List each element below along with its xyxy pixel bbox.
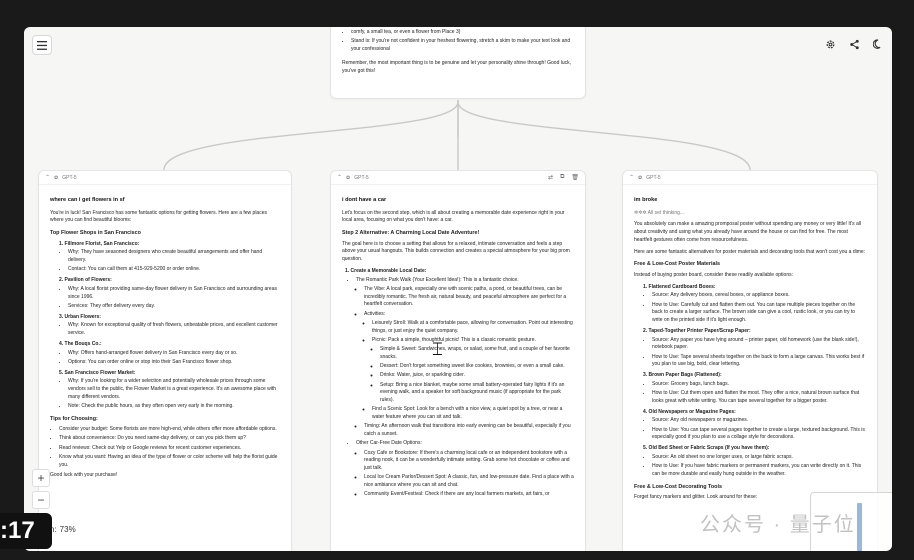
user-question: where can i get flowers in sf xyxy=(50,197,125,203)
model-icon: ✿ xyxy=(638,174,643,181)
branch-icon[interactable]: ⇄ xyxy=(548,174,553,181)
list-item: 1. Fillmore Florist, San Francisco: Why:… xyxy=(59,241,280,275)
answer-heading: Step 2 Alternative: A Charming Local Dat… xyxy=(342,230,480,237)
list-item: The Romantic Park Walk (Your Excellent I… xyxy=(356,277,574,285)
user-question: i dont have a car xyxy=(342,197,387,203)
model-label: GPT-5 xyxy=(646,174,661,181)
answer-intro: You absolutely can make a amazing prompo… xyxy=(634,221,862,243)
zoom-in-button[interactable]: + xyxy=(32,469,50,487)
list-item: Picnic: Pack a simple, thoughtful picnic… xyxy=(372,337,574,345)
list-item: Setup: Bring a nice blanket, maybe some … xyxy=(380,382,574,405)
list-item: 2. Pavilion of Flowers: Why: A local flo… xyxy=(59,277,280,311)
answer-paragraph: Here are some fantastic alternatives for… xyxy=(634,248,866,255)
card-header: ⌃ ✿ GPT-5 xyxy=(39,171,291,185)
answer-intro: You're in luck! San Francisco has some f… xyxy=(50,209,267,224)
model-icon: ✿ xyxy=(346,174,351,181)
list-item: Activities: xyxy=(364,311,574,319)
list-item: 3. Brown Paper Bags (Flattened): Source:… xyxy=(643,372,866,406)
answer-lead: Instead of buying poster board, consider… xyxy=(634,271,793,278)
share-icon xyxy=(849,39,859,49)
tip-item: Consider your budget: Some florists are … xyxy=(59,426,280,434)
card-header: ⌃ ✿ GPT-5 ⇄ ⧉ 🗑 xyxy=(331,171,585,185)
copy-icon[interactable]: ⧉ xyxy=(560,174,564,181)
answer-intro: Let's focus on the second step, which is… xyxy=(342,209,565,224)
list-item: Drinks: Water, juice, or sparkling cider… xyxy=(380,372,574,380)
list-item: Other Car-Free Date Options: xyxy=(356,440,574,448)
list-item: 5. San Francisco Flower Market: Why: If … xyxy=(59,370,280,411)
model-icon: ✿ xyxy=(54,174,59,181)
answer-paragraph: The goal here is to choose a setting tha… xyxy=(342,240,570,263)
tip-item: Read reviews: Check out Yelp or Google r… xyxy=(59,445,280,453)
list-item: 2. Taped-Together Printer Paper/Scrap Pa… xyxy=(643,328,866,369)
minimap-viewport[interactable] xyxy=(857,503,862,551)
share-button[interactable] xyxy=(844,34,864,54)
list-item: Find a Scenic Spot: Look for a bench wit… xyxy=(372,406,574,422)
app-window: comfy, a small tea, or even a flower fro… xyxy=(24,27,892,551)
answer-heading: Top Flower Shops in San Francisco xyxy=(50,230,141,237)
zoom-value: 73% xyxy=(59,525,76,534)
user-question: im broke xyxy=(634,197,658,203)
thinking-status[interactable]: ✲✲✲ All set thinking... xyxy=(634,210,866,218)
collapse-chevron-icon[interactable]: ⌃ xyxy=(629,174,634,181)
moon-icon xyxy=(873,39,881,49)
list-item: Community Event/Festival: Check if there… xyxy=(364,491,574,499)
list-item: Timing: An afternoon walk that transitio… xyxy=(364,423,574,439)
menu-button[interactable] xyxy=(32,35,52,55)
tip-item: Think about convenience: Do you need sam… xyxy=(59,435,280,443)
top-line-2: Stand is: If you're not confident in you… xyxy=(351,38,574,54)
theme-toggle-button[interactable] xyxy=(868,34,888,54)
branch-card-no-car[interactable]: ⌃ ✿ GPT-5 ⇄ ⧉ 🗑 i dont have a car Let's … xyxy=(330,170,586,551)
list-item: The Vibe: A local park, especially one w… xyxy=(364,286,574,309)
answer-heading: Free & Low-Cost Poster Materials xyxy=(634,261,720,268)
zoom-out-button[interactable]: − xyxy=(32,491,50,509)
list-item: 4. The Bouqs Co.: Why: Offers hand-arran… xyxy=(59,341,280,367)
parent-message-card: comfy, a small tea, or even a flower fro… xyxy=(330,27,586,99)
list-item: 1. Flattened Cardboard Boxes: Source: An… xyxy=(643,284,866,325)
list-item: Local Ice Cream Parlor/Dessert Spot: A c… xyxy=(364,474,574,490)
gear-icon xyxy=(826,40,834,48)
settings-button[interactable] xyxy=(820,34,840,54)
top-closing: Remember, the most important thing is to… xyxy=(342,59,572,74)
list-item: 5. Old Bed Sheet or Fabric Scraps (If yo… xyxy=(643,445,866,479)
answer-closing: Good luck with your purchase! xyxy=(50,472,118,479)
collapse-chevron-icon[interactable]: ⌃ xyxy=(45,174,50,181)
list-item: Simple & Sweet: Sandwiches, wraps, or sa… xyxy=(380,346,574,362)
card-header: ⌃ ✿ GPT-5 xyxy=(623,171,877,185)
list-item: Dessert: Don't forget something sweet li… xyxy=(380,363,574,371)
list-title: 1. Create a Memorable Local Date: xyxy=(345,267,427,274)
model-label: GPT-5 xyxy=(354,174,369,181)
collapse-chevron-icon[interactable]: ⌃ xyxy=(337,174,342,181)
tip-item: Know what you want: Having an idea of th… xyxy=(59,454,280,470)
list-item: 4. Old Newspapers or Magazine Pages: Sou… xyxy=(643,409,866,443)
branch-card-flowers[interactable]: ⌃ ✿ GPT-5 where can i get flowers in sf … xyxy=(38,170,292,551)
list-item: Leisurely Stroll: Walk at a comfortable … xyxy=(372,320,574,336)
model-label: GPT-5 xyxy=(62,174,77,181)
menu-icon xyxy=(37,40,47,50)
video-timer: :17 xyxy=(0,513,52,549)
answer-heading-2: Free & Low-Cost Decorating Tools xyxy=(634,483,722,490)
text-cursor-icon: ⌶ xyxy=(432,339,443,359)
list-item: Cozy Cafe or Bookstore: If there's a cha… xyxy=(364,450,574,473)
tips-heading: Tips for Choosing: xyxy=(50,415,98,422)
watermark: 公众号 · 量子位 xyxy=(700,514,856,536)
top-line-1: comfy, a small tea, or even a flower fro… xyxy=(351,29,574,37)
delete-icon[interactable]: 🗑 xyxy=(571,174,579,181)
list-item: 3. Urban Flowers: Why: Known for excepti… xyxy=(59,314,280,338)
